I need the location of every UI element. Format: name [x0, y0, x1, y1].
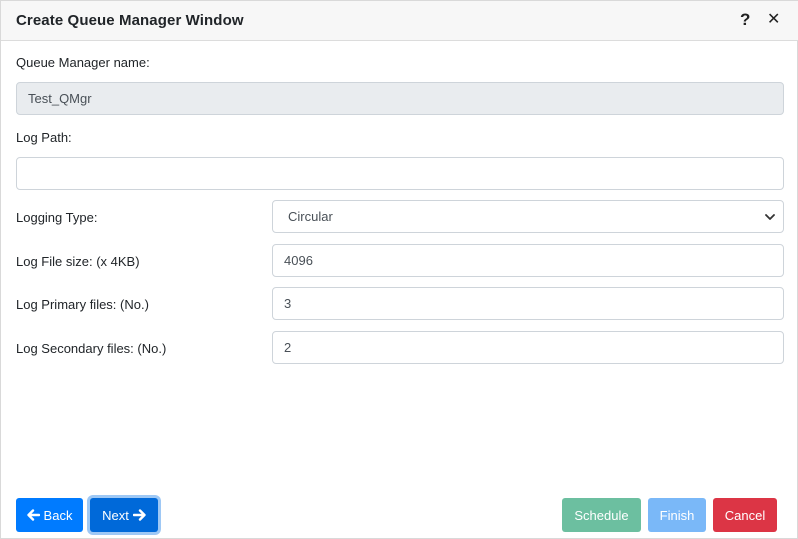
log-primary-files-input[interactable] [272, 287, 784, 320]
logging-type-label: Logging Type: [16, 210, 98, 225]
back-label: Back [43, 507, 73, 523]
arrow-right-icon [132, 509, 146, 521]
logging-type-select[interactable]: Circular [272, 200, 784, 233]
next-button[interactable]: Next [90, 498, 158, 532]
next-label: Next [102, 507, 129, 523]
arrow-left-icon [26, 509, 40, 521]
log-primary-files-label: Log Primary files: (No.) [16, 297, 149, 312]
log-secondary-files-input[interactable] [272, 331, 784, 364]
log-file-size-input[interactable] [272, 244, 784, 277]
finish-button[interactable]: Finish [648, 498, 706, 532]
chevron-down-icon [765, 214, 775, 220]
qm-name-label: Queue Manager name: [16, 55, 150, 70]
cancel-button[interactable]: Cancel [713, 498, 777, 532]
logging-type-value: Circular [288, 209, 333, 224]
close-icon[interactable]: ✕ [767, 10, 780, 30]
create-queue-manager-dialog: Create Queue Manager Window ? ✕ Queue Ma… [0, 0, 798, 539]
schedule-button[interactable]: Schedule [562, 498, 641, 532]
back-button[interactable]: Back [16, 498, 83, 532]
qm-name-field[interactable]: Test_QMgr [16, 82, 784, 115]
dialog-header: Create Queue Manager Window ? ✕ [1, 1, 798, 41]
log-file-size-label: Log File size: (x 4KB) [16, 254, 140, 269]
log-path-input[interactable] [16, 157, 784, 190]
help-icon[interactable]: ? [740, 10, 750, 30]
dialog-title: Create Queue Manager Window [16, 12, 244, 29]
log-secondary-files-label: Log Secondary files: (No.) [16, 341, 167, 356]
log-path-label: Log Path: [16, 130, 72, 145]
